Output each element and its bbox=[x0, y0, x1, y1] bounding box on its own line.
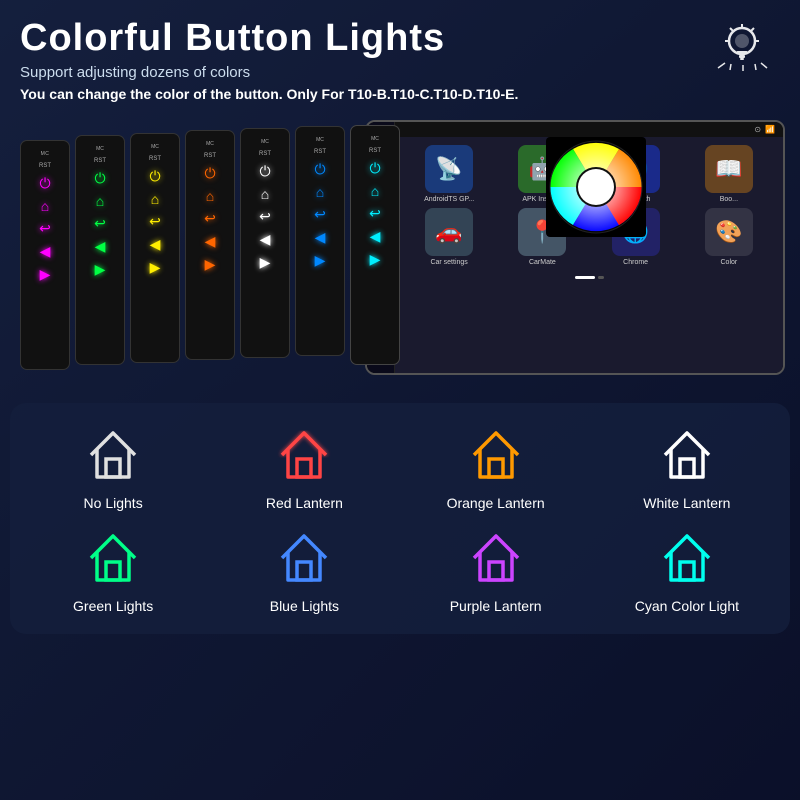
light-item-red[interactable]: Red Lantern bbox=[216, 423, 392, 511]
device-panel-5: MC RST ⏻ ⌂ ↩ ◀ ▶ bbox=[240, 128, 290, 358]
red-label: Red Lantern bbox=[266, 495, 343, 511]
white-label: White Lantern bbox=[643, 495, 730, 511]
cyan-label: Cyan Color Light bbox=[635, 598, 739, 614]
app-chrome-label: Chrome bbox=[623, 259, 648, 266]
light-item-purple[interactable]: Purple Lantern bbox=[408, 526, 584, 614]
device-label: MC bbox=[41, 151, 50, 157]
device-panel-1: MC RST ⏻ ⌂ ↩ ◀ ▶ bbox=[20, 140, 70, 370]
device-area: MC RST ⏻ ⌂ ↩ ◀ ▶ MC RST ⏻ ⌂ ↩ ◀ ▶ bbox=[10, 115, 790, 395]
light-item-blue[interactable]: Blue Lights bbox=[216, 526, 392, 614]
cyan-house-icon bbox=[655, 526, 719, 590]
status-bar: ⊙ 📶 bbox=[395, 122, 783, 137]
main-screen: ◁ ○ □ ⋮ ⊙ 📶 📡 And bbox=[365, 120, 785, 375]
app-book[interactable]: 📖 Boo... bbox=[685, 145, 773, 203]
red-house-icon bbox=[272, 423, 336, 487]
bulb-icon bbox=[715, 20, 770, 85]
orange-label: Orange Lantern bbox=[447, 495, 545, 511]
blue-house-icon bbox=[272, 526, 336, 590]
orange-house-icon bbox=[464, 423, 528, 487]
white-house-icon bbox=[655, 423, 719, 487]
light-item-orange[interactable]: Orange Lantern bbox=[408, 423, 584, 511]
app-grid: 📡 AndroidTS GP... 🤖 APK Install... bbox=[395, 137, 783, 274]
purple-house-icon bbox=[464, 526, 528, 590]
light-item-green[interactable]: Green Lights bbox=[25, 526, 201, 614]
light-item-cyan[interactable]: Cyan Color Light bbox=[599, 526, 775, 614]
light-item-white[interactable]: White Lantern bbox=[599, 423, 775, 511]
left-icon: ◀ bbox=[40, 243, 51, 260]
purple-label: Purple Lantern bbox=[450, 598, 542, 614]
light-item-no-lights[interactable]: No Lights bbox=[25, 423, 201, 511]
app-book-label: Boo... bbox=[720, 196, 738, 203]
device-label: RST bbox=[39, 163, 51, 169]
page-dot bbox=[598, 276, 604, 279]
header: Colorful Button Lights Support adjusting… bbox=[0, 0, 800, 110]
page: Colorful Button Lights Support adjusting… bbox=[0, 0, 800, 800]
green-label: Green Lights bbox=[73, 598, 153, 614]
header-subtitle: Support adjusting dozens of colors bbox=[20, 64, 780, 81]
blue-label: Blue Lights bbox=[270, 598, 339, 614]
back-icon: ↩ bbox=[39, 220, 51, 237]
app-car-icon: 🚗 bbox=[425, 208, 473, 256]
location-icon: ⊙ bbox=[754, 125, 761, 134]
right-icon: ▶ bbox=[40, 266, 51, 283]
home-icon: ⌂ bbox=[41, 198, 49, 214]
app-androidts-label: AndroidTS GP... bbox=[424, 196, 474, 203]
app-color[interactable]: 🎨 Color bbox=[685, 208, 773, 266]
app-car-settings[interactable]: 🚗 Car settings bbox=[405, 208, 493, 266]
app-color-icon: 🎨 bbox=[705, 208, 753, 256]
color-wheel-popup[interactable] bbox=[546, 137, 646, 237]
device-panel-3: MC RST ⏻ ⌂ ↩ ◀ ▶ bbox=[130, 133, 180, 363]
page-indicators bbox=[395, 274, 783, 281]
device-panel-6: MC RST ⏻ ⌂ ↩ ◀ ▶ bbox=[295, 126, 345, 356]
device-panel-4: MC RST ⏻ ⌂ ↩ ◀ ▶ bbox=[185, 130, 235, 360]
color-wheel-svg bbox=[548, 139, 644, 235]
app-androidts-icon: 📡 bbox=[425, 145, 473, 193]
app-color-label: Color bbox=[721, 259, 738, 266]
lights-section: No Lights Red Lantern Orang bbox=[10, 403, 790, 634]
app-carmate-label: CarMate bbox=[529, 259, 556, 266]
signal-icon: 📶 bbox=[765, 125, 775, 134]
page-dot-active bbox=[575, 276, 595, 279]
device-panel-7: MC RST ⏻ ⌂ ↩ ◀ ▶ bbox=[350, 125, 400, 365]
lights-grid: No Lights Red Lantern Orang bbox=[25, 423, 775, 614]
no-lights-label: No Lights bbox=[84, 495, 143, 511]
device-panel-2: MC RST ⏻ ⌂ ↩ ◀ ▶ bbox=[75, 135, 125, 365]
app-book-icon: 📖 bbox=[705, 145, 753, 193]
power-icon: ⏻ bbox=[39, 175, 50, 192]
app-apk[interactable]: 🤖 APK Install... bbox=[498, 145, 586, 203]
page-title: Colorful Button Lights bbox=[20, 18, 780, 60]
no-lights-house-icon bbox=[81, 423, 145, 487]
screen-content: ⊙ 📶 📡 AndroidTS GP... 🤖 APK Install... bbox=[395, 122, 783, 373]
header-note: You can change the color of the button. … bbox=[20, 86, 780, 102]
green-house-icon bbox=[81, 526, 145, 590]
app-car-label: Car settings bbox=[430, 259, 467, 266]
app-androidts[interactable]: 📡 AndroidTS GP... bbox=[405, 145, 493, 203]
